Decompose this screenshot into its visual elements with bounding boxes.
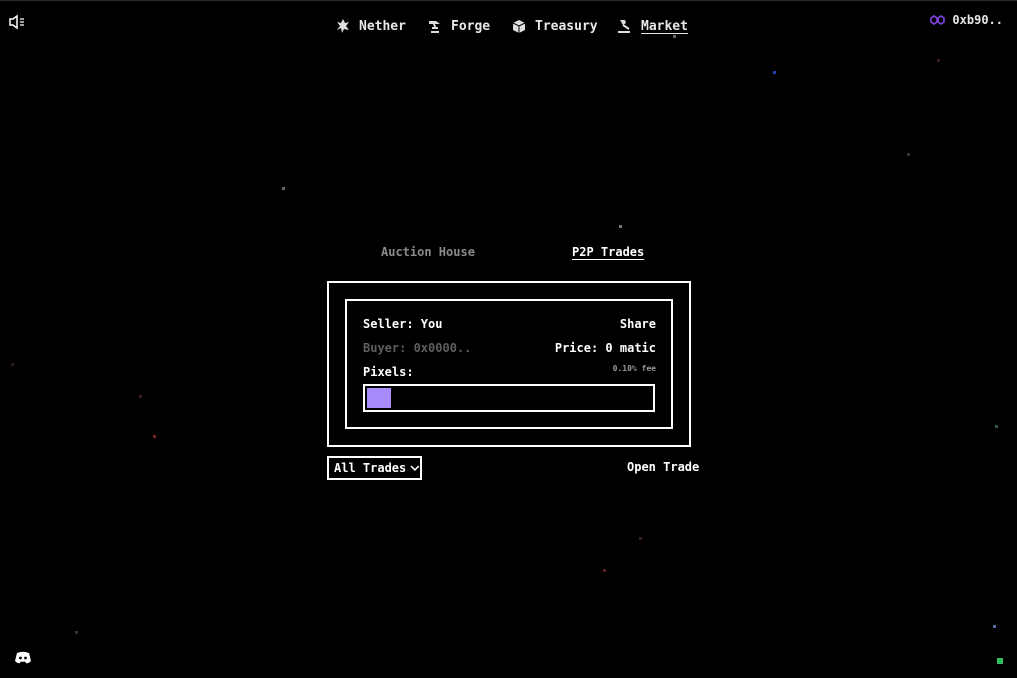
chevron-down-icon [410, 465, 420, 472]
nav-item-market[interactable]: Market [617, 16, 688, 36]
pixels-label: Pixels: [363, 365, 414, 379]
star [153, 435, 156, 438]
open-trade-button[interactable]: Open Trade [627, 460, 699, 474]
seller-label: Seller: You [363, 317, 443, 331]
treasury-icon [512, 20, 526, 33]
star [937, 59, 940, 62]
discord-button[interactable] [14, 650, 32, 669]
star [997, 658, 1003, 664]
forge-icon [429, 21, 440, 33]
star [11, 363, 14, 366]
star [993, 625, 996, 628]
star [907, 153, 910, 156]
nav-label: Market [641, 18, 688, 34]
star [603, 569, 606, 572]
star [282, 187, 285, 190]
discord-icon [15, 651, 31, 664]
star [619, 225, 622, 228]
pixel-fill [367, 388, 391, 408]
trade-panel: Seller: You Share Buyer: 0x0000.. Price:… [327, 281, 691, 447]
wallet-address: 0xb90.. [952, 13, 1003, 27]
wallet-button[interactable]: 0xb90.. [930, 13, 1003, 27]
buyer-field[interactable]: Buyer: 0x0000.. [363, 341, 471, 355]
tab-auction-house[interactable]: Auction House [381, 245, 475, 259]
nav-item-forge[interactable]: Forge [427, 16, 490, 36]
market-icon [618, 20, 630, 33]
star [139, 395, 142, 398]
filter-selected-value: All Trades [334, 461, 407, 475]
star [639, 537, 642, 540]
trade-filter-select[interactable]: All Trades [327, 456, 422, 480]
star [75, 631, 78, 634]
nether-icon [337, 19, 349, 33]
nav-label: Treasury [535, 18, 598, 34]
nav-item-nether[interactable]: Nether [335, 16, 406, 36]
star [773, 71, 776, 74]
nav-item-treasury[interactable]: Treasury [511, 16, 598, 36]
share-button[interactable]: Share [620, 317, 656, 331]
star [995, 425, 998, 428]
nav-label: Nether [359, 18, 406, 34]
nav-label: Forge [451, 18, 491, 34]
polygon-icon [930, 15, 946, 25]
main-nav: Nether Forge Treasury Market [0, 16, 1017, 38]
price-field[interactable]: Price: 0 matic [555, 341, 656, 355]
fee-label: 0.10% fee [612, 364, 656, 373]
pixel-bar[interactable] [363, 384, 655, 412]
trade-card: Seller: You Share Buyer: 0x0000.. Price:… [345, 299, 673, 429]
tab-p2p-trades[interactable]: P2P Trades [572, 245, 644, 259]
